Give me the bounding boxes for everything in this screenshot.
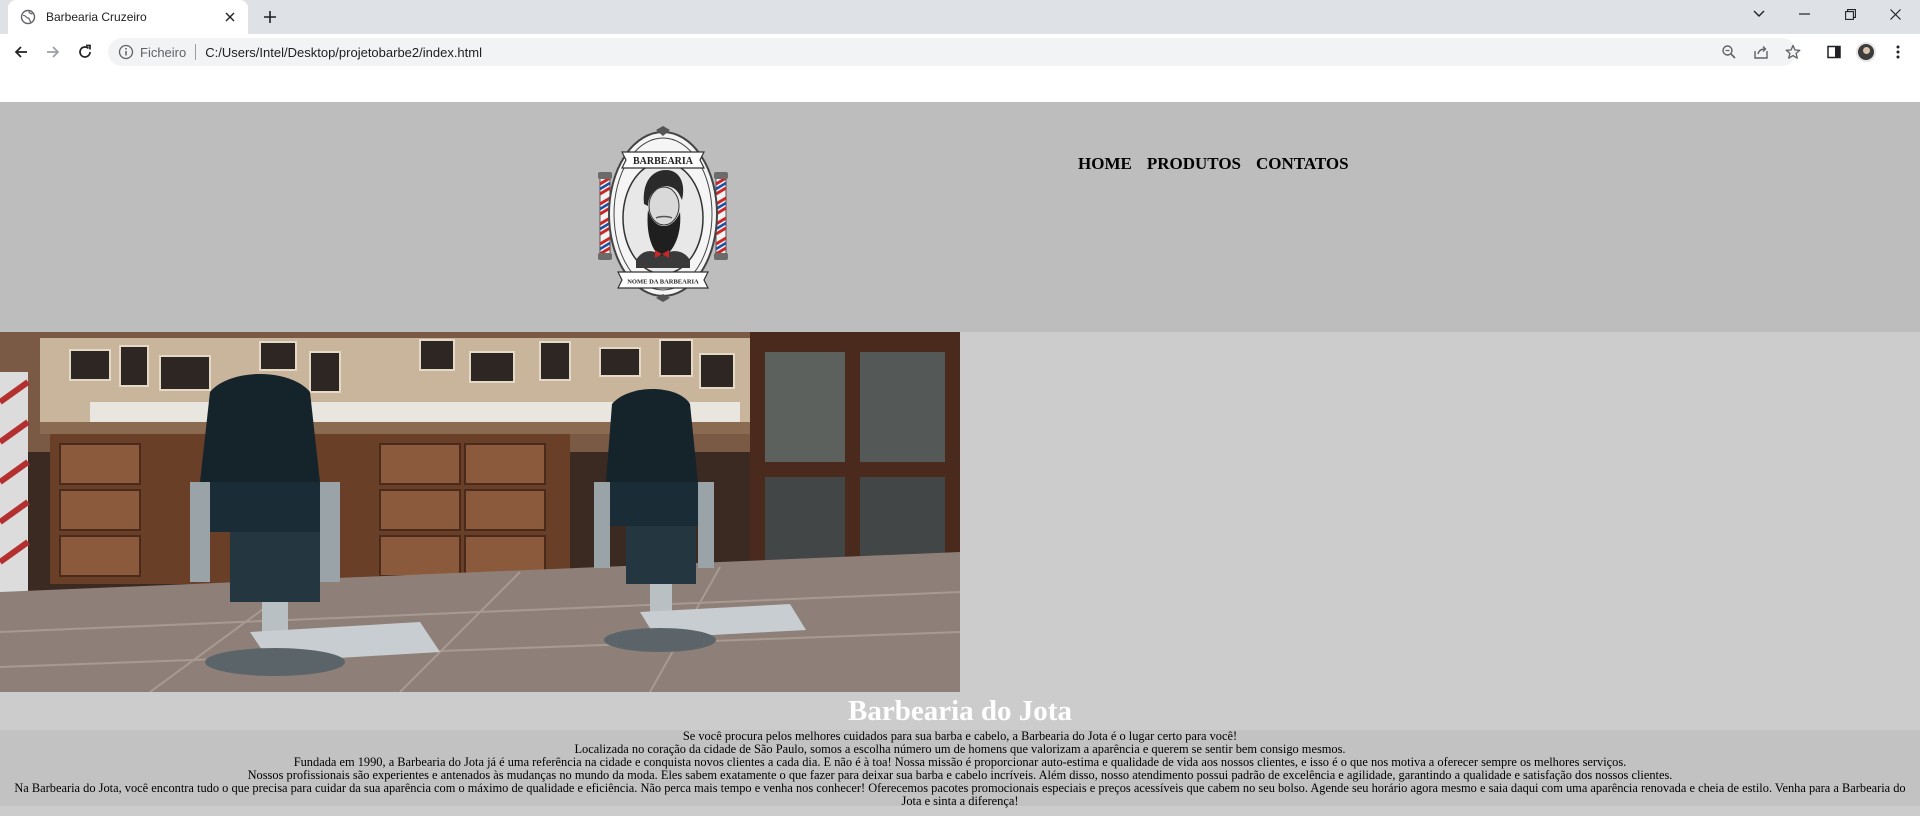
nav-home-link[interactable]: HOME xyxy=(1078,154,1132,174)
page-viewport: BARBEARIA NOME DA BARBEARIA HOME PRODUTO… xyxy=(0,70,1920,816)
zoom-icon[interactable] xyxy=(1717,40,1741,64)
share-icon[interactable] xyxy=(1749,40,1773,64)
reload-icon[interactable] xyxy=(73,40,97,64)
nav-produtos-link[interactable]: PRODUTOS xyxy=(1147,154,1241,174)
bookmark-star-icon[interactable] xyxy=(1781,40,1805,64)
browser-tab[interactable]: Barbearia Cruzeiro xyxy=(8,0,248,34)
address-bar[interactable]: Ficheiro C:/Users/Intel/Desktop/projetob… xyxy=(108,38,1796,66)
new-tab-button[interactable] xyxy=(258,5,282,29)
address-separator xyxy=(195,44,197,60)
tab-search-icon[interactable] xyxy=(1736,0,1782,28)
profile-avatar[interactable] xyxy=(1854,40,1878,64)
browser-toolbar: Ficheiro C:/Users/Intel/Desktop/projetob… xyxy=(0,34,1920,70)
barbershop-hero-image xyxy=(0,332,960,692)
about-paragraph: Na Barbearia do Jota, você encontra tudo… xyxy=(14,781,1906,808)
tab-strip: Barbearia Cruzeiro xyxy=(0,0,1920,34)
main-nav: HOME PRODUTOS CONTATOS xyxy=(1078,154,1349,174)
about-text: Se você procura pelos melhores cuidados … xyxy=(0,730,1920,808)
close-tab-icon[interactable] xyxy=(222,9,238,25)
close-window-icon[interactable] xyxy=(1872,0,1918,28)
site-header: BARBEARIA NOME DA BARBEARIA HOME PRODUTO… xyxy=(0,102,1920,332)
main-content: Barbearia do Jota Se você procura pelos … xyxy=(0,332,1920,816)
page-title: Barbearia do Jota xyxy=(848,695,1072,727)
minimize-icon[interactable] xyxy=(1781,0,1827,28)
logo-top-text: BARBEARIA xyxy=(633,156,694,167)
barber-logo: BARBEARIA NOME DA BARBEARIA xyxy=(598,126,728,302)
menu-kebab-icon[interactable] xyxy=(1886,40,1910,64)
logo-bottom-text: NOME DA BARBEARIA xyxy=(627,279,699,286)
url-text[interactable]: C:/Users/Intel/Desktop/projetobarbe2/ind… xyxy=(205,45,482,60)
nav-contatos-link[interactable]: CONTATOS xyxy=(1256,154,1349,174)
info-icon[interactable] xyxy=(118,44,134,60)
scheme-label: Ficheiro xyxy=(140,44,187,60)
side-panel-icon[interactable] xyxy=(1822,40,1846,64)
tab-title: Barbearia Cruzeiro xyxy=(46,10,147,24)
forward-arrow-icon[interactable] xyxy=(41,40,65,64)
restore-icon[interactable] xyxy=(1827,0,1873,28)
back-arrow-icon[interactable] xyxy=(9,40,33,64)
globe-icon xyxy=(20,9,36,25)
